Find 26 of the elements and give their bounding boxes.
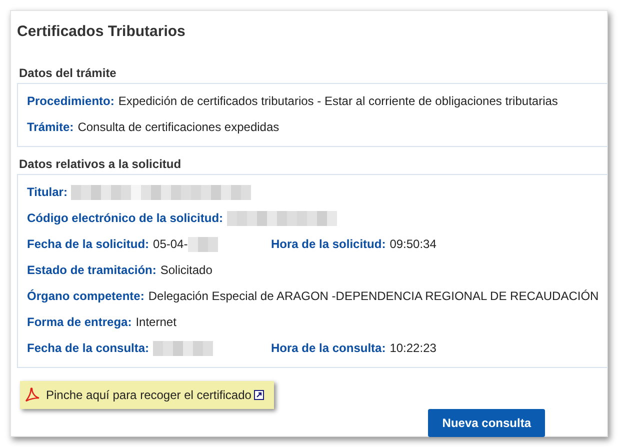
field-label: Código electrónico de la solicitud: [27, 211, 224, 225]
field-label: Procedimiento: [27, 94, 114, 108]
pdf-icon [24, 387, 40, 403]
field-value: 09:50:34 [390, 237, 436, 251]
field-value: Expedición de certificados tributarios - Estar al corriente de obligaciones tributarias [118, 94, 558, 108]
field-label: Forma de entrega: [27, 315, 132, 329]
field-value: 10:22:23 [390, 341, 436, 355]
field-label: Fecha de la consulta: [27, 341, 150, 355]
field-label: Hora de la consulta: [271, 341, 386, 355]
field-value: 05-04- [153, 237, 188, 251]
field-label: Hora de la solicitud: [271, 237, 386, 251]
field-label: Estado de tramitación: [27, 263, 156, 277]
page-title: Certificados Tributarios [17, 23, 186, 40]
new-query-button[interactable]: Nueva consulta [428, 409, 545, 437]
section-heading: Datos del trámite [19, 66, 118, 80]
field-value: Delegación Especial de ARAGON -DEPENDENCIA REGIONAL DE RECAUDACIÓN [148, 289, 599, 303]
field-label: Fecha de la solicitud: [27, 237, 150, 251]
field-value: Solicitado [160, 263, 212, 277]
field-value: Consulta de certificaciones expedidas [78, 120, 280, 134]
section-heading: Datos relativos a la solicitud [19, 157, 182, 171]
field-label: Órgano competente: [27, 289, 144, 303]
field-label: Titular: [27, 185, 68, 199]
field-label: Trámite: [27, 120, 74, 134]
external-link-icon [254, 390, 264, 400]
certificate-link[interactable]: Pinche aquí para recoger el certificado [20, 381, 274, 409]
field-value: Internet [136, 315, 176, 329]
